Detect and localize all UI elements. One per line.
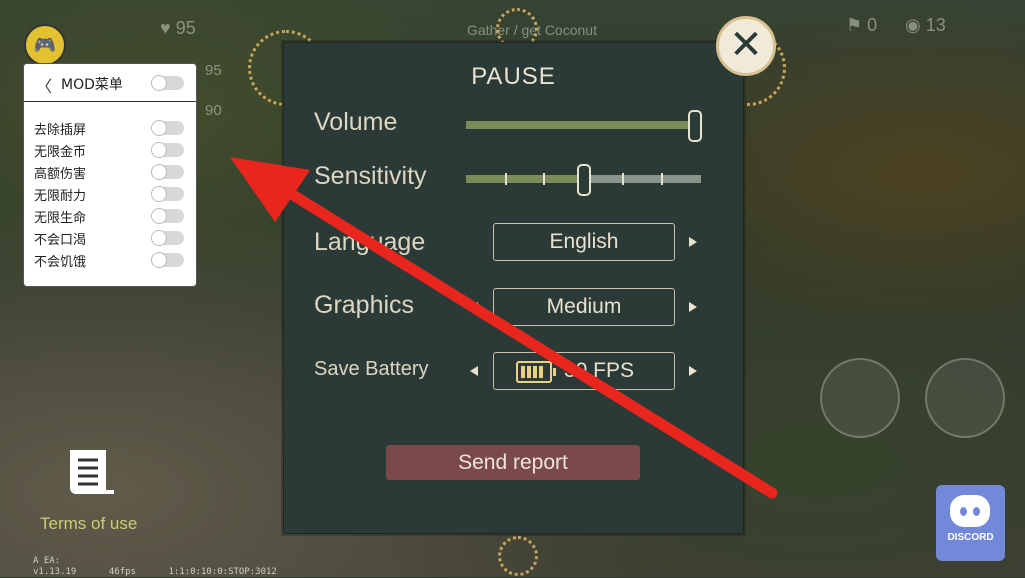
red-annotation-arrow	[230, 157, 778, 499]
arrow-shaft	[279, 184, 778, 499]
arrow-head	[230, 157, 310, 222]
